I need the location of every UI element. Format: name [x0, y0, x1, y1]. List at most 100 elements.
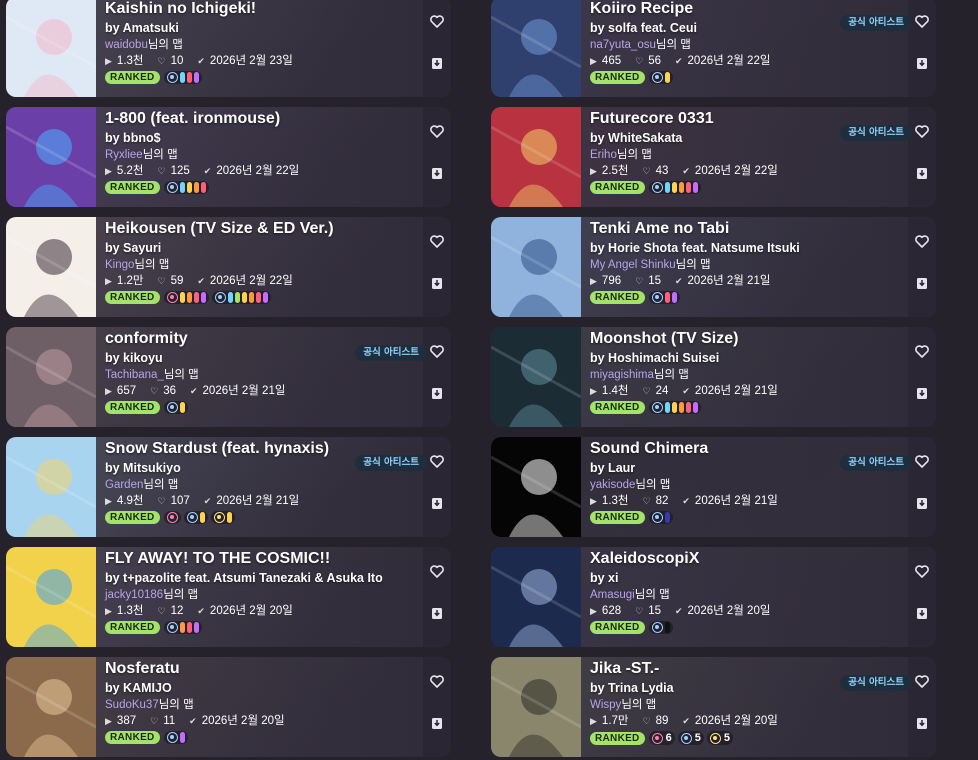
osu-mode-difficulties[interactable]: [648, 291, 680, 304]
cover-thumbnail[interactable]: [491, 0, 581, 97]
difficulty-spread[interactable]: [163, 511, 235, 524]
heart-icon[interactable]: [914, 673, 930, 689]
cover-thumbnail[interactable]: [6, 657, 96, 757]
heart-icon[interactable]: [429, 13, 445, 29]
cover-thumbnail[interactable]: [491, 657, 581, 757]
beatmap-title[interactable]: Moonshot (TV Size): [590, 329, 872, 349]
osu-mode-difficulties[interactable]: [163, 401, 188, 414]
difficulty-spread[interactable]: [648, 71, 673, 84]
difficulty-spread[interactable]: [648, 401, 701, 414]
mapper-name[interactable]: jacky10186: [105, 589, 163, 601]
download-icon[interactable]: [914, 55, 930, 71]
beatmap-card[interactable]: Jika -ST.- by Trina Lydia Wispy님의 맵 ▶ 1.7…: [491, 657, 936, 757]
beatmap-card[interactable]: Nosferatu by KAMIJO SudoKu37님의 맵 ▶ 387 ♡ 1…: [6, 657, 451, 757]
difficulty-spread[interactable]: [648, 181, 701, 194]
cover-thumbnail[interactable]: [491, 437, 581, 537]
download-icon[interactable]: [429, 715, 445, 731]
download-icon[interactable]: [914, 605, 930, 621]
heart-icon[interactable]: [914, 343, 930, 359]
heart-icon[interactable]: [914, 563, 930, 579]
beatmap-card[interactable]: XaleidoscopiX by xi Amasugi님의 맵 ▶ 628 ♡ 15…: [491, 547, 936, 647]
mapper-name[interactable]: yakisode: [590, 479, 635, 491]
mapper-name[interactable]: Tachibana_: [105, 369, 164, 381]
download-icon[interactable]: [914, 165, 930, 181]
difficulty-spread[interactable]: [648, 621, 673, 634]
difficulty-spread[interactable]: [163, 291, 271, 304]
osu-mode-difficulties[interactable]: [183, 511, 208, 524]
beatmap-card[interactable]: Sound Chimera by Laur yakisode님의 맵 ▶ 1.3천…: [491, 437, 936, 537]
beatmap-card[interactable]: Snow Stardust (feat. hynaxis) by Mitsuki…: [6, 437, 451, 537]
beatmap-title[interactable]: Heikousen (TV Size & ED Ver.): [105, 219, 387, 239]
heart-icon[interactable]: [914, 123, 930, 139]
heart-icon[interactable]: [429, 233, 445, 249]
catch-mode-difficulties[interactable]: [210, 511, 235, 524]
mapper-name[interactable]: na7yuta_osu: [590, 39, 656, 51]
beatmap-title[interactable]: 1-800 (feat. ironmouse): [105, 109, 387, 129]
cover-thumbnail[interactable]: [6, 547, 96, 647]
difficulty-spread[interactable]: [648, 511, 673, 524]
download-icon[interactable]: [429, 385, 445, 401]
mapper-name[interactable]: Eriho: [590, 149, 617, 161]
cover-thumbnail[interactable]: [6, 107, 96, 207]
osu-mode-difficulties[interactable]: [648, 71, 673, 84]
download-icon[interactable]: [914, 495, 930, 511]
osu-mode-difficulties[interactable]: 5: [677, 731, 704, 745]
cover-thumbnail[interactable]: [491, 327, 581, 427]
beatmap-card[interactable]: Moonshot (TV Size) by Hoshimachi Suisei …: [491, 327, 936, 427]
download-icon[interactable]: [429, 165, 445, 181]
mapper-name[interactable]: My Angel Shinku: [590, 259, 676, 271]
difficulty-spread[interactable]: [163, 401, 188, 414]
taiko-mode-difficulties[interactable]: [163, 511, 181, 524]
mapper-name[interactable]: Garden: [105, 479, 143, 491]
difficulty-spread[interactable]: [163, 731, 188, 744]
beatmap-title[interactable]: Snow Stardust (feat. hynaxis): [105, 439, 387, 459]
mapper-name[interactable]: Amasugi: [590, 589, 635, 601]
heart-icon[interactable]: [429, 563, 445, 579]
osu-mode-difficulties[interactable]: [163, 731, 188, 744]
taiko-mode-difficulties[interactable]: [163, 291, 209, 304]
mapper-name[interactable]: miyagishima: [590, 369, 654, 381]
beatmap-title[interactable]: Jika -ST.-: [590, 659, 872, 679]
osu-mode-difficulties[interactable]: [648, 181, 701, 194]
beatmap-title[interactable]: Nosferatu: [105, 659, 387, 679]
osu-mode-difficulties[interactable]: [648, 401, 701, 414]
beatmap-title[interactable]: conformity: [105, 329, 387, 349]
beatmap-card[interactable]: Tenki Ame no Tabi by Horie Shota feat. N…: [491, 217, 936, 317]
download-icon[interactable]: [914, 385, 930, 401]
beatmap-card[interactable]: FLY AWAY! TO THE COSMIC!! by t+pazolite …: [6, 547, 451, 647]
heart-icon[interactable]: [429, 673, 445, 689]
cover-thumbnail[interactable]: [491, 107, 581, 207]
beatmap-card[interactable]: Koiiro Recipe by solfa feat. Ceui na7yut…: [491, 0, 936, 97]
cover-thumbnail[interactable]: [6, 0, 96, 97]
heart-icon[interactable]: [914, 233, 930, 249]
cover-thumbnail[interactable]: [491, 217, 581, 317]
heart-icon[interactable]: [429, 343, 445, 359]
heart-icon[interactable]: [914, 453, 930, 469]
beatmap-card[interactable]: conformity by kikoyu Tachibana_님의 맵 ▶ 657…: [6, 327, 451, 427]
cover-thumbnail[interactable]: [6, 217, 96, 317]
osu-mode-difficulties[interactable]: [648, 621, 673, 634]
mapper-name[interactable]: Kingo: [105, 259, 134, 271]
difficulty-spread[interactable]: 6 5 5: [648, 731, 733, 745]
beatmap-title[interactable]: Koiiro Recipe: [590, 0, 872, 19]
download-icon[interactable]: [429, 55, 445, 71]
difficulty-spread[interactable]: [648, 291, 680, 304]
beatmap-title[interactable]: Kaishin no Ichigeki!: [105, 0, 387, 19]
mapper-name[interactable]: Wispy: [590, 699, 621, 711]
download-icon[interactable]: [914, 275, 930, 291]
difficulty-spread[interactable]: [163, 181, 209, 194]
beatmap-title[interactable]: Tenki Ame no Tabi: [590, 219, 872, 239]
beatmap-card[interactable]: Kaishin no Ichigeki! by Amatsuki waidobu…: [6, 0, 451, 97]
osu-mode-difficulties[interactable]: [163, 181, 209, 194]
download-icon[interactable]: [429, 605, 445, 621]
download-icon[interactable]: [914, 715, 930, 731]
mapper-name[interactable]: Ryxliee: [105, 149, 143, 161]
download-icon[interactable]: [429, 495, 445, 511]
cover-thumbnail[interactable]: [491, 547, 581, 647]
beatmap-title[interactable]: XaleidoscopiX: [590, 549, 872, 569]
mapper-name[interactable]: waidobu: [105, 39, 148, 51]
catch-mode-difficulties[interactable]: 5: [706, 731, 733, 745]
osu-mode-difficulties[interactable]: [163, 71, 202, 84]
beatmap-card[interactable]: Heikousen (TV Size & ED Ver.) by Sayuri …: [6, 217, 451, 317]
mapper-name[interactable]: SudoKu37: [105, 699, 159, 711]
